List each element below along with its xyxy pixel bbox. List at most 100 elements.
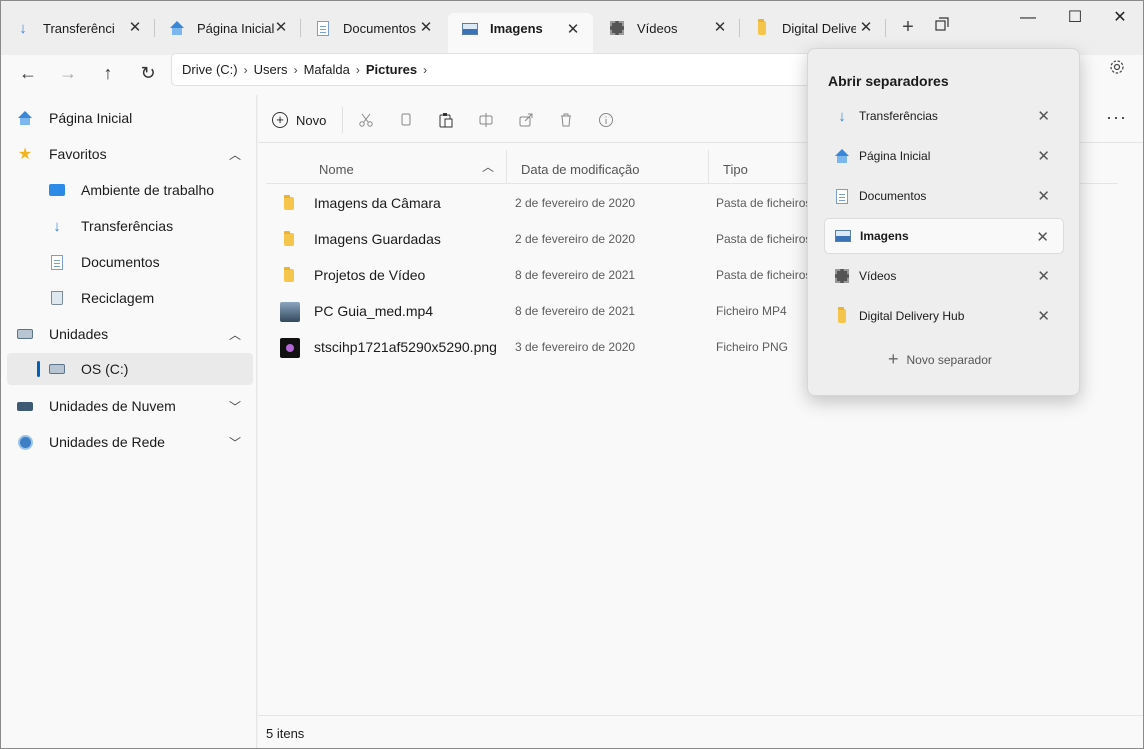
file-date: 3 de fevereiro de 2020 [515,340,636,354]
folder-icon [280,230,300,250]
close-icon[interactable]: ✕ [1037,267,1050,285]
file-type: Pasta de ficheiros [716,268,812,282]
breadcrumb-drive[interactable]: Drive (C:) [182,62,238,77]
sidebar-item-favorites[interactable]: ★ Favoritos ︿ [17,139,241,169]
sidebar-item-cloud-drives[interactable]: Unidades de Nuvem ﹀ [17,391,241,421]
sidebar-item-network-drives[interactable]: Unidades de Rede ﹀ [17,427,241,457]
plus-icon: + [888,349,899,369]
flyout-item-downloads[interactable]: ↓ Transferências ✕ [824,98,1064,134]
file-date: 2 de fevereiro de 2020 [515,232,636,246]
close-tab-icon[interactable]: ✕ [565,21,581,39]
sidebar-item-label: Página Inicial [49,110,133,126]
tab-videos[interactable]: Vídeos ✕ [595,13,740,43]
tab-label: Página Inicial [197,20,275,36]
refresh-button[interactable]: ↻ [134,59,162,87]
folder-icon [280,194,300,214]
close-tab-icon[interactable]: ✕ [418,19,434,37]
rename-icon[interactable] [478,107,494,133]
sidebar-item-label: Unidades de Nuvem [49,398,176,414]
close-window-button[interactable]: ✕ [1105,7,1135,31]
flyout-item-home[interactable]: Página Inicial ✕ [824,138,1064,174]
paste-icon[interactable] [438,107,454,133]
address-bar[interactable]: Drive (C:) › Users › Mafalda › Pictures … [171,53,811,86]
forward-button[interactable]: → [54,59,82,87]
tab-downloads[interactable]: ↓ Transferências ✕ [1,13,155,43]
new-button[interactable]: + Novo [272,107,326,133]
tab-documents[interactable]: Documentos ✕ [301,13,446,43]
sidebar-item-recycle-bin[interactable]: Reciclagem [49,283,249,313]
download-icon: ↓ [19,19,27,37]
see-more-button[interactable]: ··· [1106,107,1127,128]
flyout-item-videos[interactable]: Vídeos ✕ [824,258,1064,294]
sidebar-item-documents[interactable]: Documentos [49,247,249,277]
image-thumbnail-icon [280,338,300,358]
navigation-pane: Página Inicial ★ Favoritos ︿ Ambiente de… [1,95,257,748]
close-tab-icon[interactable]: ✕ [858,19,874,37]
column-name[interactable]: Nome [319,162,354,177]
file-type: Pasta de ficheiros [716,196,812,210]
close-tab-icon[interactable]: ✕ [127,19,143,37]
back-button[interactable]: ← [14,59,42,87]
close-icon[interactable]: ✕ [1037,107,1050,125]
tab-bar: ↓ Transferências ✕ Página Inicial ✕ Docu… [1,1,1143,55]
info-icon[interactable] [598,107,614,133]
tab-pictures[interactable]: Imagens ✕ [448,13,593,55]
chevron-right-icon[interactable]: › [244,63,248,77]
sort-ascending-icon[interactable]: ︿ [482,158,494,175]
close-icon[interactable]: ✕ [1037,147,1050,165]
tab-home[interactable]: Página Inicial ✕ [155,13,301,43]
home-icon [169,20,185,36]
chevron-down-icon[interactable]: ﹀ [229,434,241,451]
sidebar-item-downloads[interactable]: ↓ Transferências [49,211,249,241]
close-icon[interactable]: ✕ [1037,187,1050,205]
copy-icon[interactable] [398,107,414,133]
chevron-right-icon[interactable]: › [423,63,427,77]
sidebar-item-drives[interactable]: Unidades ︿ [17,319,241,349]
tab-list-icon[interactable] [935,17,953,37]
flyout-item-label: Transferências [859,109,938,123]
delete-icon[interactable] [558,107,574,133]
breadcrumb-mafalda[interactable]: Mafalda [304,62,350,77]
sidebar-item-os-drive[interactable]: OS (C:) [7,353,253,385]
chevron-up-icon[interactable]: ︿ [229,146,241,163]
file-type: Pasta de ficheiros [716,232,812,246]
tab-digital-delivery[interactable]: Digital Delive ✕ [740,13,886,43]
column-type[interactable]: Tipo [723,162,748,177]
file-date: 2 de fevereiro de 2020 [515,196,636,210]
close-icon[interactable]: ✕ [1037,307,1050,325]
chevron-right-icon[interactable]: › [356,63,360,77]
home-icon [834,148,850,164]
chevron-up-icon[interactable]: ︿ [229,326,241,343]
new-tab-button[interactable]: + [897,15,919,41]
close-icon[interactable]: ✕ [1036,228,1049,246]
close-tab-icon[interactable]: ✕ [273,19,289,37]
close-tab-icon[interactable]: ✕ [712,19,728,37]
new-button-label: Novo [296,112,327,128]
new-tab-flyout-button[interactable]: + Novo separador [888,349,992,370]
breadcrumb-users[interactable]: Users [254,62,288,77]
flyout-item-documents[interactable]: Documentos ✕ [824,178,1064,214]
chevron-right-icon[interactable]: › [294,63,298,77]
flyout-item-label: Página Inicial [859,149,931,163]
file-explorer-window: ↓ Transferências ✕ Página Inicial ✕ Docu… [0,0,1144,749]
up-button[interactable]: ↑ [94,59,122,87]
breadcrumb-pictures[interactable]: Pictures [366,62,417,77]
share-icon[interactable] [518,107,534,133]
chevron-down-icon[interactable]: ﹀ [229,398,241,415]
file-date: 8 de fevereiro de 2021 [515,304,636,318]
maximize-button[interactable]: ☐ [1060,7,1090,31]
flyout-item-digital-delivery-hub[interactable]: Digital Delivery Hub ✕ [824,298,1064,334]
sidebar-item-label: OS (C:) [81,361,129,377]
cut-icon[interactable] [358,107,374,133]
selection-indicator [37,361,40,377]
home-icon [17,110,33,126]
sidebar-item-desktop[interactable]: Ambiente de trabalho [49,175,249,205]
sidebar-item-home[interactable]: Página Inicial [17,103,249,133]
file-name: PC Guia_med.mp4 [314,303,434,319]
minimize-button[interactable]: — [1013,7,1043,31]
sidebar-item-label: Favoritos [49,146,107,162]
computer-icon [17,326,33,342]
column-date-modified[interactable]: Data de modificação [521,162,640,177]
flyout-item-pictures[interactable]: Imagens ✕ [824,218,1064,254]
gear-icon[interactable] [1107,59,1127,79]
